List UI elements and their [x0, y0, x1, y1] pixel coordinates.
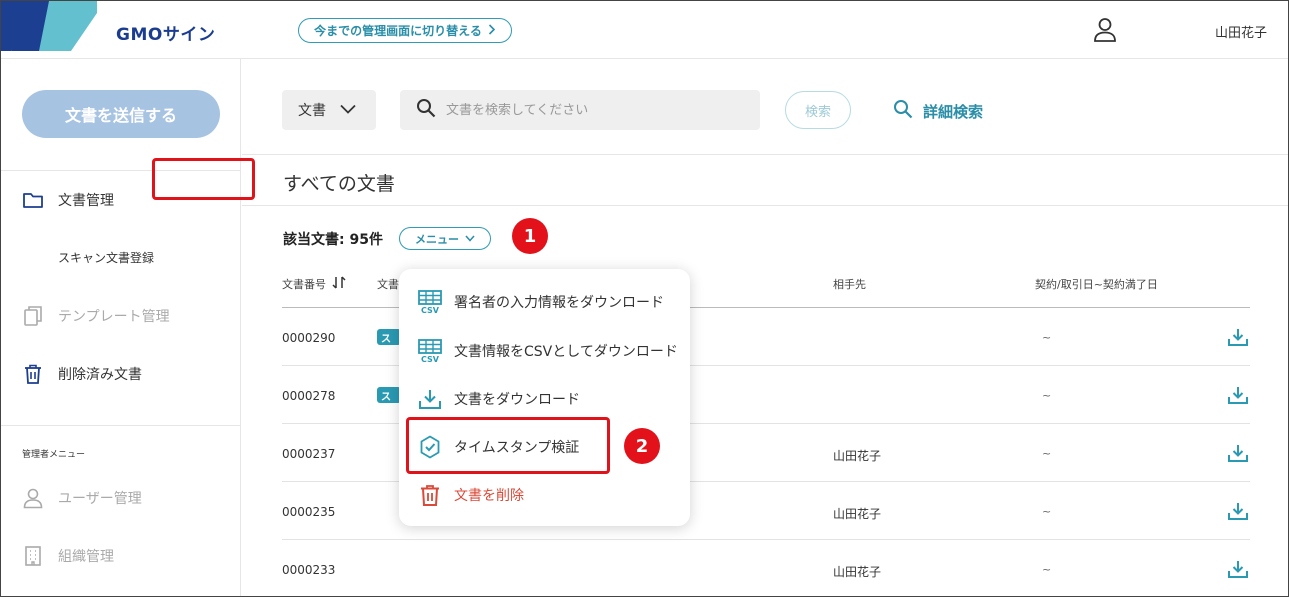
table-row-date: ~	[1042, 331, 1052, 344]
menu-button-label: メニュー	[415, 232, 459, 246]
column-header-party[interactable]: 相手先	[833, 276, 866, 292]
sidebar-item-label: テンプレート管理	[58, 309, 170, 325]
table-row-party: 山田花子	[833, 449, 882, 463]
step-marker-1: 1	[512, 218, 548, 254]
result-count: 該当文書: 95件	[283, 232, 383, 248]
column-header-label: 文書番号	[282, 278, 326, 291]
download-icon	[418, 387, 442, 411]
svg-text:CSV: CSV	[421, 355, 440, 363]
table-row-party: 山田花子	[833, 565, 882, 579]
highlight-box-timestamp-verify	[406, 417, 610, 474]
building-icon	[22, 545, 44, 567]
sidebar-item-deleted-documents[interactable]: 削除済み文書	[22, 363, 142, 385]
main-divider	[242, 154, 1288, 155]
download-icon[interactable]	[1227, 559, 1249, 579]
user-icon	[22, 487, 44, 509]
status-badge: ス	[377, 329, 401, 345]
sidebar: 文書を送信する 文書管理 スキャン文書登録 テンプレート管理 削除済み文書 管理…	[1, 59, 241, 596]
sidebar-item-organization-management[interactable]: 組織管理	[22, 545, 114, 567]
sidebar-item-label: 削除済み文書	[58, 367, 142, 383]
table-row-date: ~	[1042, 389, 1052, 402]
sidebar-item-scan-register[interactable]: スキャン文書登録	[58, 249, 154, 266]
table-row-date: ~	[1042, 563, 1052, 576]
advanced-search-label: 詳細検索	[923, 102, 984, 121]
table-row-doc-no[interactable]: 0000290	[282, 331, 335, 345]
switch-label: 今までの管理画面に切り替える	[314, 24, 482, 38]
template-icon	[22, 305, 44, 327]
table-row-doc-no[interactable]: 0000278	[282, 389, 335, 403]
user-avatar-icon[interactable]	[1093, 17, 1117, 43]
step-marker-2: 2	[624, 428, 660, 464]
switch-legacy-ui-button[interactable]: 今までの管理画面に切り替える	[298, 18, 512, 43]
search-input[interactable]	[446, 102, 736, 118]
svg-text:CSV: CSV	[421, 306, 440, 314]
sidebar-item-document-management[interactable]: 文書管理	[22, 189, 114, 211]
main-divider	[242, 205, 1288, 206]
highlight-box-menu-button	[152, 158, 255, 200]
column-header-doc-no[interactable]: 文書番号	[282, 276, 346, 292]
menu-item-label: 署名者の入力情報をダウンロード	[454, 295, 664, 311]
menu-item-download-documents[interactable]: 文書をダウンロード	[418, 387, 580, 411]
csv-icon: CSV	[418, 339, 442, 364]
table-row-doc-no[interactable]: 0000235	[282, 505, 335, 519]
status-badge: ス	[377, 387, 401, 403]
download-icon[interactable]	[1227, 385, 1249, 405]
search-box[interactable]	[400, 90, 760, 130]
chevron-down-icon	[340, 102, 356, 118]
menu-item-download-signer-input[interactable]: CSV 署名者の入力情報をダウンロード	[418, 290, 664, 315]
download-icon[interactable]	[1227, 327, 1249, 347]
app-window: GMOサイン 今までの管理画面に切り替える 山田花子 文書を送信する 文書管理 …	[0, 0, 1289, 597]
chevron-down-icon	[465, 232, 475, 245]
chevron-right-icon	[488, 23, 496, 38]
csv-icon: CSV	[418, 290, 442, 315]
advanced-search-link[interactable]: 詳細検索	[893, 99, 983, 123]
menu-item-delete-documents[interactable]: 文書を削除	[418, 483, 524, 507]
sidebar-item-user-management[interactable]: ユーザー管理	[22, 487, 142, 509]
sort-icon	[332, 276, 346, 292]
table-row-doc-no[interactable]: 0000233	[282, 563, 335, 577]
table-row-party: 山田花子	[833, 507, 882, 521]
search-button[interactable]: 検索	[785, 91, 851, 129]
menu-item-label: 文書情報をCSVとしてダウンロード	[454, 344, 678, 360]
bulk-menu-dropdown: CSV 署名者の入力情報をダウンロード CSV 文書情報をCSVとしてダウンロー…	[399, 269, 690, 526]
search-icon	[416, 98, 436, 122]
logo-mark	[1, 1, 101, 51]
bulk-menu-button[interactable]: メニュー	[399, 227, 491, 250]
page-title: すべての文書	[283, 173, 395, 195]
trash-icon	[22, 363, 44, 385]
search-type-value: 文書	[298, 103, 326, 119]
sidebar-item-template-management[interactable]: テンプレート管理	[22, 305, 170, 327]
table-row-divider	[282, 539, 1250, 540]
table-row-date: ~	[1042, 447, 1052, 460]
download-icon[interactable]	[1227, 501, 1249, 521]
menu-item-label: 文書を削除	[454, 488, 524, 504]
trash-icon	[418, 483, 442, 507]
search-type-select[interactable]: 文書	[282, 90, 376, 130]
sidebar-divider	[1, 425, 241, 426]
table-row-doc-no[interactable]: 0000237	[282, 447, 335, 461]
download-icon[interactable]	[1227, 443, 1249, 463]
user-name[interactable]: 山田花子	[1215, 22, 1267, 41]
menu-item-label: 文書をダウンロード	[454, 392, 580, 408]
logo-text: GMOサイン	[116, 25, 216, 45]
sidebar-item-label: ユーザー管理	[58, 491, 142, 507]
column-header-date[interactable]: 契約/取引日~契約満了日	[1035, 276, 1158, 292]
column-header-doc-name[interactable]: 文書	[377, 276, 399, 292]
folder-icon	[22, 189, 44, 211]
admin-menu-caption: 管理者メニュー	[22, 450, 86, 460]
send-document-button[interactable]: 文書を送信する	[22, 90, 220, 138]
table-row-date: ~	[1042, 505, 1052, 518]
sidebar-item-label: 組織管理	[58, 549, 114, 565]
menu-item-download-doc-csv[interactable]: CSV 文書情報をCSVとしてダウンロード	[418, 339, 678, 364]
top-header: GMOサイン 今までの管理画面に切り替える 山田花子	[1, 1, 1288, 59]
sidebar-item-label: 文書管理	[58, 193, 114, 209]
search-icon	[893, 99, 913, 123]
